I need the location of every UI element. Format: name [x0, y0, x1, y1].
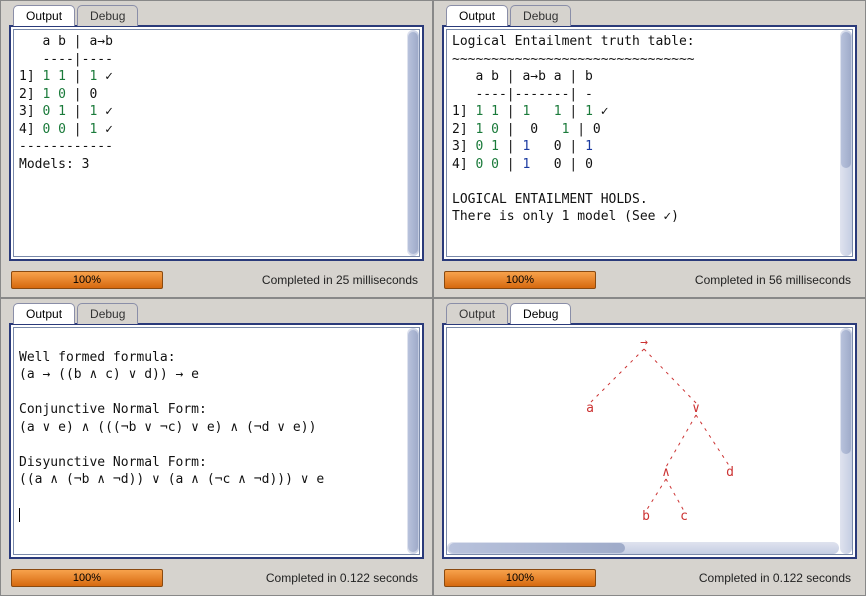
- tree-node-d: d: [726, 464, 734, 482]
- tree-node-a: a: [586, 400, 594, 418]
- tree-view: → a ∨ ∧ d b c: [444, 325, 855, 557]
- progress-label: 100%: [73, 274, 101, 286]
- tree-node-and: ∧: [662, 464, 670, 482]
- progress-bar: 100%: [444, 271, 596, 289]
- panel-4: Output Debug → a ∨ ∧ d b c 100% Completed in 0…: [433, 298, 866, 596]
- status-text: Completed in 0.122 seconds: [604, 571, 855, 585]
- output-text: Logical Entailment truth table: ~~~~~~~~…: [444, 27, 855, 259]
- tab-debug[interactable]: Debug: [510, 303, 571, 324]
- progress-bar: 100%: [444, 569, 596, 587]
- panel-1: Output Debug a b | a→b ----|---- 1] 1 1 …: [0, 0, 433, 298]
- tab-debug[interactable]: Debug: [77, 303, 138, 324]
- panel-3: Output Debug Well formed formula: (a → (…: [0, 298, 433, 596]
- tab-output[interactable]: Output: [13, 5, 75, 26]
- tab-row: Output Debug: [438, 303, 861, 324]
- tab-output[interactable]: Output: [446, 303, 508, 324]
- scrollbar-vertical[interactable]: [840, 30, 852, 256]
- tab-output[interactable]: Output: [446, 5, 508, 26]
- progress-bar: 100%: [11, 569, 163, 587]
- tree-node-or: ∨: [692, 400, 700, 418]
- status-bar: 100% Completed in 0.122 seconds: [438, 565, 861, 591]
- output-frame: Well formed formula: (a → ((b ∧ c) ∨ d))…: [9, 323, 424, 559]
- scrollbar-vertical[interactable]: [407, 328, 419, 554]
- progress-label: 100%: [73, 572, 101, 584]
- output-text: a b | a→b ----|---- 1] 1 1 | 1 ✓ 2] 1 0 …: [11, 27, 422, 259]
- scrollbar-vertical[interactable]: [407, 30, 419, 256]
- tab-row: Output Debug: [5, 303, 428, 324]
- status-bar: 100% Completed in 56 milliseconds: [438, 267, 861, 293]
- progress-label: 100%: [506, 274, 534, 286]
- output-frame: Logical Entailment truth table: ~~~~~~~~…: [442, 25, 857, 261]
- output-frame: a b | a→b ----|---- 1] 1 1 | 1 ✓ 2] 1 0 …: [9, 25, 424, 261]
- progress-bar: 100%: [11, 271, 163, 289]
- text-cursor: [19, 508, 20, 522]
- tree-node-b: b: [642, 508, 650, 526]
- tree-node-root: →: [640, 334, 648, 352]
- status-text: Completed in 25 milliseconds: [171, 273, 422, 287]
- tab-row: Output Debug: [5, 5, 428, 26]
- status-text: Completed in 0.122 seconds: [171, 571, 422, 585]
- debug-frame: → a ∨ ∧ d b c: [442, 323, 857, 559]
- tab-output[interactable]: Output: [13, 303, 75, 324]
- tree-node-c: c: [680, 508, 688, 526]
- tab-row: Output Debug: [438, 5, 861, 26]
- progress-label: 100%: [506, 572, 534, 584]
- tab-debug[interactable]: Debug: [77, 5, 138, 26]
- status-text: Completed in 56 milliseconds: [604, 273, 855, 287]
- output-text: Well formed formula: (a → ((b ∧ c) ∨ d))…: [11, 325, 422, 557]
- status-bar: 100% Completed in 25 milliseconds: [5, 267, 428, 293]
- scrollbar-vertical[interactable]: [840, 328, 852, 554]
- panel-2: Output Debug Logical Entailment truth ta…: [433, 0, 866, 298]
- status-bar: 100% Completed in 0.122 seconds: [5, 565, 428, 591]
- scrollbar-horizontal[interactable]: [447, 542, 839, 554]
- tab-debug[interactable]: Debug: [510, 5, 571, 26]
